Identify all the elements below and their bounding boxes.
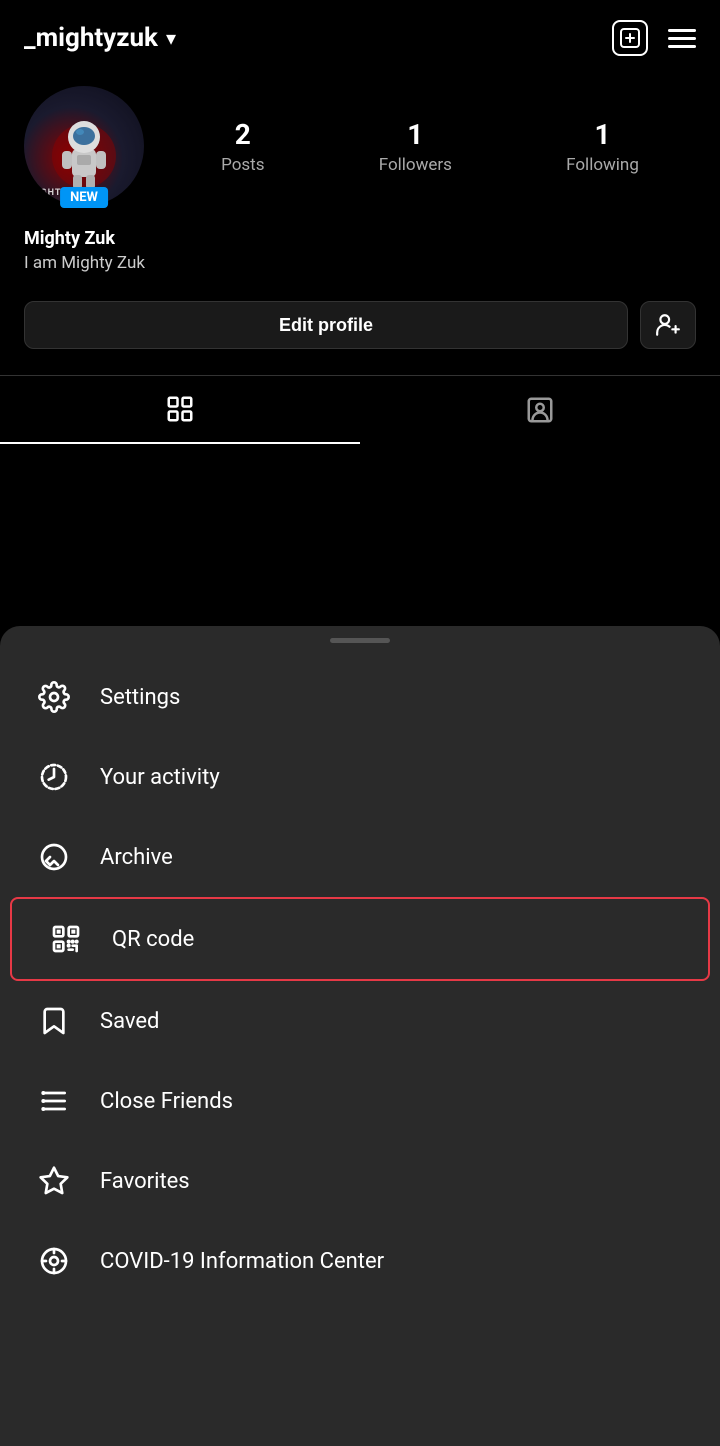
- tab-grid[interactable]: [0, 376, 360, 444]
- bio-section: Mighty Zuk I am Mighty Zuk: [0, 216, 720, 285]
- followers-stat[interactable]: 1 Followers: [379, 118, 452, 175]
- action-buttons: Edit profile: [0, 285, 720, 365]
- profile-section: _mightyzuk ▾: [0, 0, 720, 630]
- saved-label: Saved: [100, 1009, 159, 1034]
- chevron-down-icon[interactable]: ▾: [166, 26, 176, 50]
- settings-icon: [36, 679, 72, 715]
- posts-count: 2: [235, 118, 251, 151]
- your-activity-label: Your activity: [100, 765, 220, 790]
- add-friend-button[interactable]: [640, 301, 696, 349]
- following-count: 1: [594, 118, 610, 151]
- bookmark-icon: [36, 1003, 72, 1039]
- archive-label: Archive: [100, 845, 173, 870]
- posts-stat[interactable]: 2 Posts: [221, 118, 264, 175]
- header-left: _mightyzuk ▾: [24, 23, 176, 53]
- menu-item-archive[interactable]: Archive: [0, 817, 720, 897]
- star-icon: [36, 1163, 72, 1199]
- display-name: Mighty Zuk: [24, 228, 696, 249]
- username[interactable]: _mightyzuk: [24, 23, 158, 53]
- following-stat[interactable]: 1 Following: [566, 118, 639, 175]
- menu-item-close-friends[interactable]: Close Friends: [0, 1061, 720, 1141]
- menu-list: Settings Your activity Archive: [0, 647, 720, 1321]
- archive-icon: [36, 839, 72, 875]
- hamburger-menu-icon[interactable]: [668, 29, 696, 48]
- tab-bar: [0, 375, 720, 444]
- followers-label: Followers: [379, 155, 452, 175]
- menu-item-favorites[interactable]: Favorites: [0, 1141, 720, 1221]
- edit-profile-button[interactable]: Edit profile: [24, 301, 628, 349]
- header: _mightyzuk ▾: [0, 0, 720, 66]
- stats-container: 2 Posts 1 Followers 1 Following: [164, 118, 696, 175]
- favorites-label: Favorites: [100, 1169, 190, 1194]
- posts-label: Posts: [221, 155, 264, 175]
- menu-item-saved[interactable]: Saved: [0, 981, 720, 1061]
- new-post-icon[interactable]: [612, 20, 648, 56]
- bio-text: I am Mighty Zuk: [24, 253, 696, 273]
- bottom-sheet: Settings Your activity Archive: [0, 626, 720, 1446]
- activity-icon: [36, 759, 72, 795]
- menu-item-covid[interactable]: COVID-19 Information Center: [0, 1221, 720, 1301]
- qr-code-icon: [48, 921, 84, 957]
- menu-item-settings[interactable]: Settings: [0, 657, 720, 737]
- covid-label: COVID-19 Information Center: [100, 1249, 384, 1274]
- menu-item-your-activity[interactable]: Your activity: [0, 737, 720, 817]
- following-label: Following: [566, 155, 639, 175]
- tab-tagged[interactable]: [360, 376, 720, 444]
- followers-count: 1: [407, 118, 423, 151]
- covid-icon: [36, 1243, 72, 1279]
- new-badge: NEW: [60, 187, 108, 208]
- qr-code-label: QR code: [112, 927, 194, 952]
- drag-handle[interactable]: [330, 638, 390, 643]
- settings-label: Settings: [100, 685, 180, 710]
- header-right: [612, 20, 696, 56]
- profile-info-row: MIGHTY ZUK NEW 2 Posts 1 Followers 1 Fol…: [0, 66, 720, 216]
- avatar-container: MIGHTY ZUK NEW: [24, 86, 144, 206]
- close-friends-label: Close Friends: [100, 1089, 233, 1114]
- menu-item-qr-code[interactable]: QR code: [10, 897, 710, 981]
- close-friends-icon: [36, 1083, 72, 1119]
